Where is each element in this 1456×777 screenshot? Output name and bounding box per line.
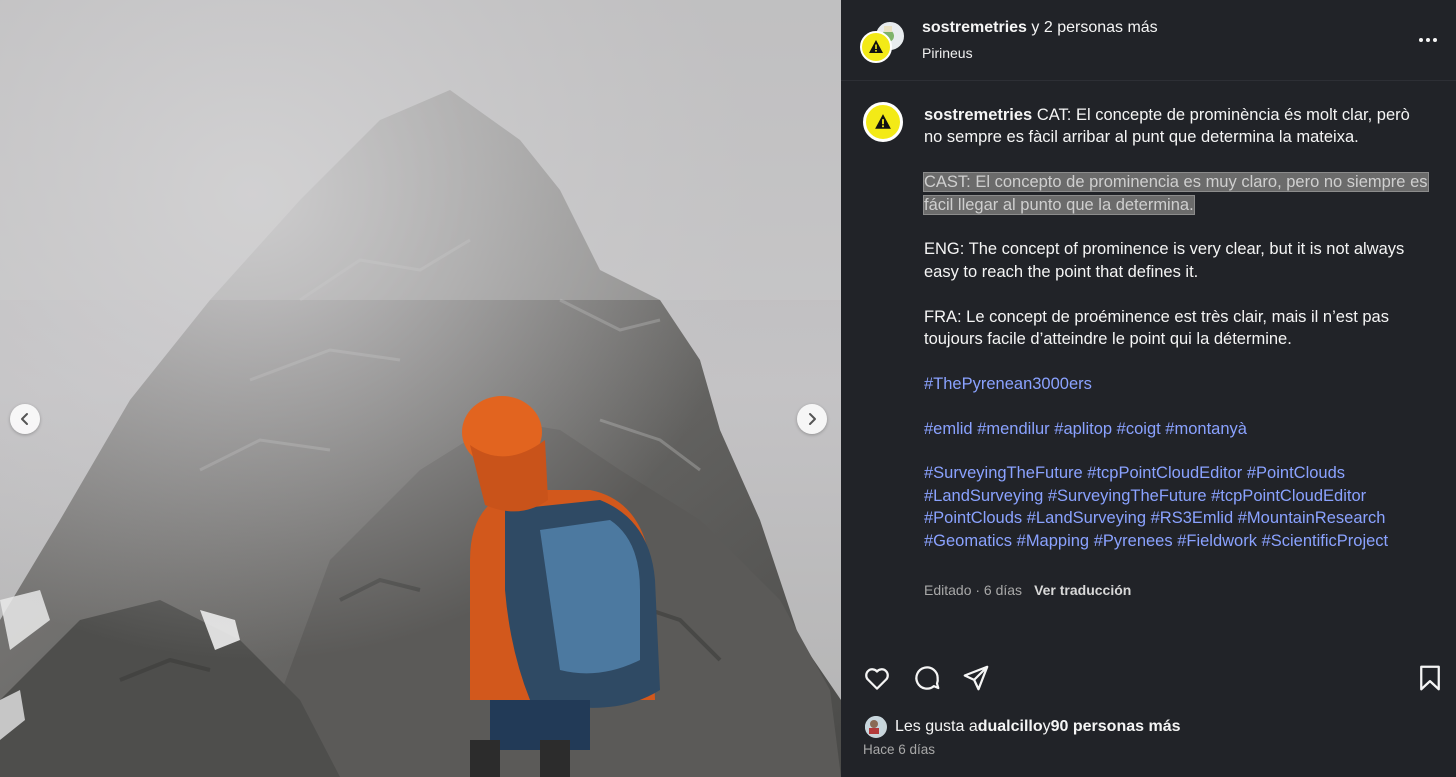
edited-label: Editado · 6 días: [924, 582, 1023, 598]
chevron-left-icon: [21, 413, 28, 425]
post-viewer: sostremetries y 2 personas más Pirineus …: [0, 0, 1456, 777]
post-photo[interactable]: [0, 0, 841, 777]
hashtag-link[interactable]: #RS3Emlid: [1151, 509, 1234, 527]
coauthors-text[interactable]: y 2 personas más: [1027, 19, 1157, 36]
caption-author-avatar[interactable]: [863, 102, 903, 142]
send-icon: [963, 665, 989, 691]
caption-eng: ENG: The concept of prominence is very c…: [924, 240, 1405, 281]
author-avatar[interactable]: [860, 31, 892, 63]
hashtag-link[interactable]: #mendilur: [977, 420, 1049, 438]
post-side-panel: sostremetries y 2 personas más Pirineus …: [841, 0, 1456, 777]
chevron-right-icon: [809, 413, 816, 425]
next-photo-button[interactable]: [797, 404, 827, 434]
hashtag-link[interactable]: #SurveyingTheFuture: [924, 464, 1083, 482]
post-meta: Editado · 6 días Ver traducción: [924, 582, 1131, 598]
hashtag-link[interactable]: #Geomatics: [924, 532, 1012, 550]
hashtag-link[interactable]: #coigt: [1117, 420, 1161, 438]
like-button[interactable]: [861, 662, 893, 694]
likes-middle: y: [1042, 718, 1051, 735]
post-authors[interactable]: sostremetries y 2 personas más: [922, 19, 1158, 37]
liker-username[interactable]: dualcillo: [978, 718, 1043, 736]
liker-avatar: [863, 714, 889, 740]
share-button[interactable]: [960, 662, 992, 694]
hashtag-link[interactable]: #Fieldwork: [1177, 532, 1257, 550]
hashtag-link[interactable]: #SurveyingTheFuture: [1048, 487, 1207, 505]
hashtag-link[interactable]: #ThePyrenean3000ers: [924, 375, 1092, 393]
post-location[interactable]: Pirineus: [922, 45, 973, 61]
hashtag-link[interactable]: #ScientificProject: [1262, 532, 1389, 550]
caption-username[interactable]: sostremetries: [924, 106, 1032, 124]
bookmark-icon: [1420, 665, 1440, 691]
more-options-icon[interactable]: [1416, 30, 1440, 50]
hashtag-link[interactable]: #aplitop: [1054, 420, 1112, 438]
hashtag-link[interactable]: #tcpPointCloudEditor: [1087, 464, 1242, 482]
hashtags-group-1: #ThePyrenean3000ers: [924, 373, 1429, 395]
heart-icon: [865, 668, 889, 690]
likes-count[interactable]: 90 personas más: [1051, 718, 1181, 736]
header-divider: [841, 80, 1456, 81]
caption-cast-selected: CAST: El concepto de prominencia es muy …: [923, 172, 1429, 215]
see-translation-link[interactable]: Ver traducción: [1034, 582, 1131, 598]
likes-summary[interactable]: Les gusta a dualcillo y 90 personas más: [863, 714, 1181, 740]
post-header: sostremetries y 2 personas más Pirineus: [841, 0, 1456, 80]
hashtags-group-2: #emlid #mendilur #aplitop #coigt #montan…: [924, 418, 1429, 440]
hashtag-link[interactable]: #LandSurveying: [1027, 509, 1146, 527]
hashtag-link[interactable]: #tcpPointCloudEditor: [1211, 487, 1366, 505]
hashtag-link[interactable]: #montanyà: [1165, 420, 1247, 438]
hashtag-link[interactable]: #Pyrenees: [1094, 532, 1173, 550]
previous-photo-button[interactable]: [10, 404, 40, 434]
author-username[interactable]: sostremetries: [922, 19, 1027, 36]
hashtags-group-3: #SurveyingTheFuture #tcpPointCloudEditor…: [924, 462, 1429, 552]
likes-prefix: Les gusta a: [895, 718, 978, 735]
liker-avatar-image: [865, 716, 883, 734]
comment-icon: [915, 666, 940, 690]
hashtag-link[interactable]: #PointClouds: [924, 509, 1022, 527]
comment-button[interactable]: [911, 662, 943, 694]
posted-time: Hace 6 días: [863, 742, 936, 757]
mountain-climber-image: [0, 0, 841, 777]
hashtag-link[interactable]: #MountainResearch: [1238, 509, 1386, 527]
caption-fra: FRA: Le concept de proéminence est très …: [924, 307, 1389, 349]
save-button[interactable]: [1414, 662, 1446, 694]
hashtag-link[interactable]: #LandSurveying: [924, 487, 1043, 505]
action-bar: [841, 662, 1456, 696]
hashtag-link[interactable]: #PointClouds: [1247, 464, 1345, 482]
warning-icon: [869, 40, 883, 53]
warning-icon: [875, 114, 891, 129]
hashtag-link[interactable]: #emlid: [924, 420, 973, 438]
hashtag-link[interactable]: #Mapping: [1017, 532, 1089, 550]
post-caption: sostremetries CAT: El concepte de promin…: [923, 104, 1429, 574]
